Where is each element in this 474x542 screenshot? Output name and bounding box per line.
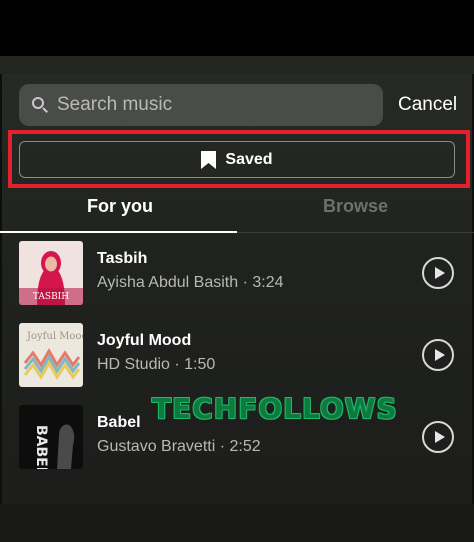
track-subtitle: Gustavo Bravetti · 2:52 xyxy=(97,438,261,455)
play-icon xyxy=(435,349,445,361)
saved-button-label: Saved xyxy=(225,150,273,168)
play-icon xyxy=(435,267,445,279)
search-placeholder: Search music xyxy=(57,94,173,115)
cancel-button[interactable]: Cancel xyxy=(398,94,457,116)
watermark: TECHFOLLOWS xyxy=(152,392,398,425)
bookmark-icon xyxy=(201,150,217,169)
sheet-left-edge xyxy=(0,74,2,504)
track-title: Joyful Mood xyxy=(97,332,192,349)
search-input[interactable]: Search music xyxy=(19,84,383,126)
album-art: BABEL xyxy=(19,405,83,469)
sheet-footer-strip xyxy=(0,504,474,542)
sheet-header-strip xyxy=(0,56,474,74)
album-art-tasbih: TASBIH xyxy=(19,241,83,305)
status-bar-area xyxy=(0,0,474,56)
play-icon xyxy=(435,431,445,443)
album-art-text: TASBIH xyxy=(33,292,69,302)
active-tab-indicator xyxy=(0,231,237,233)
track-title: Tasbih xyxy=(97,250,148,267)
album-art: TASBIH xyxy=(19,241,83,305)
album-art-text: Joyful Mood xyxy=(26,331,83,342)
album-art: Joyful Mood xyxy=(19,323,83,387)
track-title: Babel xyxy=(97,414,141,431)
album-art-babel: BABEL xyxy=(19,405,83,469)
play-button[interactable] xyxy=(422,421,454,453)
tab-for-you[interactable]: For you xyxy=(87,196,153,217)
saved-button[interactable]: Saved xyxy=(19,141,455,178)
play-button[interactable] xyxy=(422,339,454,371)
album-art-text: BABEL xyxy=(33,425,49,469)
track-row[interactable]: Joyful Mood Joyful Mood HD Studio · 1:50 xyxy=(19,323,459,387)
track-subtitle: HD Studio · 1:50 xyxy=(97,356,216,373)
tab-divider xyxy=(237,232,474,233)
search-icon xyxy=(31,96,49,114)
track-subtitle: Ayisha Abdul Basith · 3:24 xyxy=(97,274,284,291)
album-art-joyful-mood: Joyful Mood xyxy=(19,323,83,387)
tab-browse[interactable]: Browse xyxy=(323,196,388,217)
track-row[interactable]: TASBIH Tasbih Ayisha Abdul Basith · 3:24 xyxy=(19,241,459,305)
music-picker-sheet: Search music Cancel Saved For you Browse… xyxy=(0,56,474,542)
play-button[interactable] xyxy=(422,257,454,289)
